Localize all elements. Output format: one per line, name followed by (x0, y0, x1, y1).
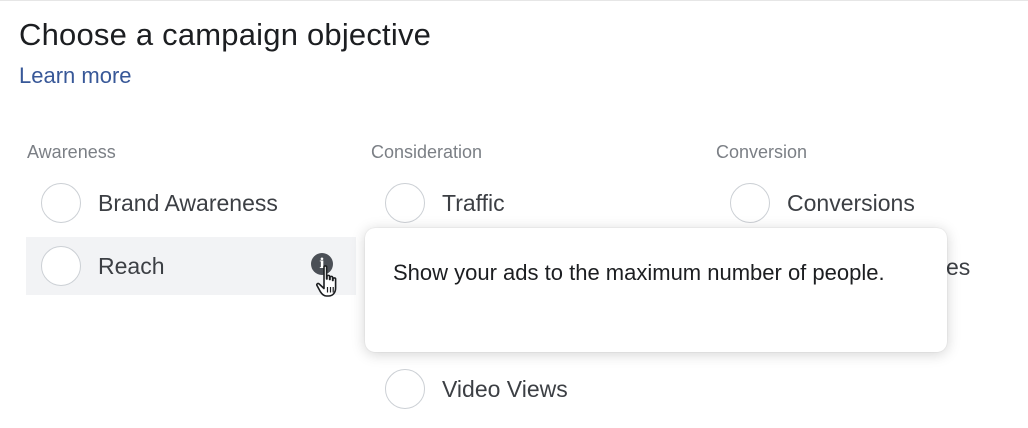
column-heading-consideration: Consideration (371, 142, 483, 162)
reach-info-tooltip: Show your ads to the maximum number of p… (365, 228, 947, 352)
option-label: Conversions (787, 189, 915, 216)
radio-button[interactable] (385, 183, 425, 223)
option-label: Reach (98, 252, 165, 279)
radio-button[interactable] (41, 246, 81, 286)
hand-pointer-cursor-icon (316, 265, 337, 297)
column-heading-conversion: Conversion (716, 142, 808, 162)
option-traffic[interactable]: Traffic (370, 174, 670, 232)
option-label: Video Views (442, 375, 568, 402)
partially-hidden-option-label: es (946, 254, 971, 280)
option-conversions[interactable]: Conversions (715, 174, 1015, 232)
radio-button[interactable] (385, 369, 425, 409)
option-label: Traffic (442, 189, 505, 216)
option-label: Brand Awareness (98, 189, 278, 216)
radio-button[interactable] (730, 183, 770, 223)
radio-button[interactable] (41, 183, 81, 223)
learn-more-link[interactable]: Learn more (19, 63, 132, 89)
tooltip-text: Show your ads to the maximum number of p… (393, 260, 885, 285)
top-divider (0, 0, 1028, 1)
column-heading-awareness: Awareness (27, 142, 116, 162)
option-video-views[interactable]: Video Views (370, 360, 670, 418)
page-title: Choose a campaign objective (19, 17, 432, 52)
campaign-objective-page: Choose a campaign objective Learn more A… (0, 0, 1028, 428)
option-brand-awareness[interactable]: Brand Awareness (26, 174, 356, 232)
option-reach[interactable]: Reach (26, 237, 356, 295)
